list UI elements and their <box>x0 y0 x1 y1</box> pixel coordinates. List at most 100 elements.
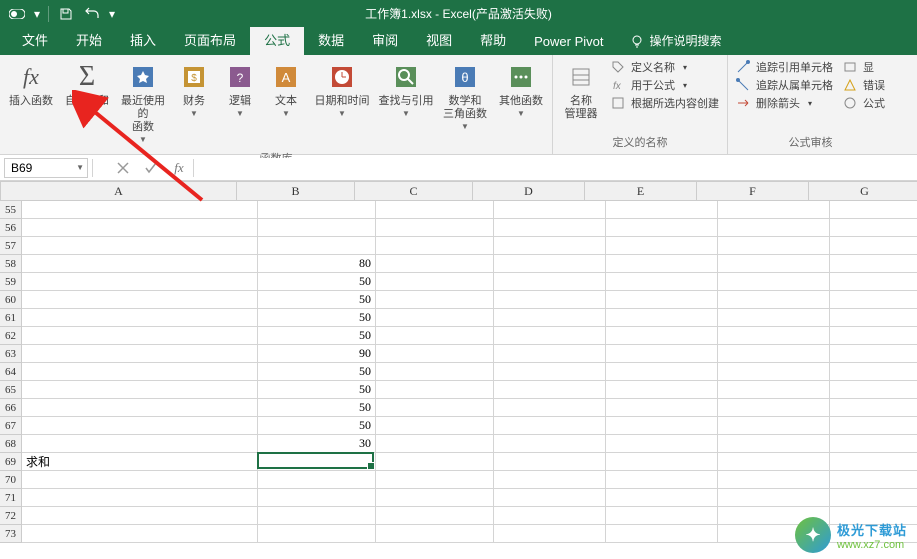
row-header-60[interactable]: 60 <box>0 291 21 309</box>
cell-A57[interactable] <box>22 237 258 255</box>
row-header-56[interactable]: 56 <box>0 219 21 237</box>
qat-more-icon[interactable]: ▾ <box>107 3 117 25</box>
cell-D58[interactable] <box>494 255 606 273</box>
row-header-73[interactable]: 73 <box>0 525 21 543</box>
cell-A59[interactable] <box>22 273 258 291</box>
cell-C66[interactable] <box>376 399 494 417</box>
cell-G64[interactable] <box>830 363 917 381</box>
cell-F64[interactable] <box>718 363 830 381</box>
cell-G58[interactable] <box>830 255 917 273</box>
cell-A69[interactable]: 求和 <box>22 453 258 471</box>
cell-F71[interactable] <box>718 489 830 507</box>
tab-insert[interactable]: 插入 <box>116 24 170 55</box>
cell-B70[interactable] <box>258 471 376 489</box>
more-functions-button[interactable]: 其他函数 ▼ <box>494 57 548 122</box>
cell-G69[interactable] <box>830 453 917 471</box>
tab-view[interactable]: 视图 <box>412 24 466 55</box>
cell-B57[interactable] <box>258 237 376 255</box>
row-header-65[interactable]: 65 <box>0 381 21 399</box>
cell-D70[interactable] <box>494 471 606 489</box>
col-header-C[interactable]: C <box>355 182 473 200</box>
cell-E58[interactable] <box>606 255 718 273</box>
cell-G71[interactable] <box>830 489 917 507</box>
cell-C68[interactable] <box>376 435 494 453</box>
cell-F70[interactable] <box>718 471 830 489</box>
define-name-button[interactable]: 定义名称▾ <box>611 59 719 75</box>
name-manager-button[interactable]: 名称 管理器 <box>557 57 605 125</box>
cell-C65[interactable] <box>376 381 494 399</box>
row-header-59[interactable]: 59 <box>0 273 21 291</box>
cell-E60[interactable] <box>606 291 718 309</box>
qat-dropdown-icon[interactable]: ▾ <box>32 3 42 25</box>
cell-E73[interactable] <box>606 525 718 543</box>
cell-C62[interactable] <box>376 327 494 345</box>
cell-D62[interactable] <box>494 327 606 345</box>
tab-review[interactable]: 审阅 <box>358 24 412 55</box>
row-header-64[interactable]: 64 <box>0 363 21 381</box>
cell-D65[interactable] <box>494 381 606 399</box>
cell-G55[interactable] <box>830 201 917 219</box>
cell-D71[interactable] <box>494 489 606 507</box>
cell-F68[interactable] <box>718 435 830 453</box>
cell-D72[interactable] <box>494 507 606 525</box>
row-header-58[interactable]: 58 <box>0 255 21 273</box>
autosum-button[interactable]: Σ 自动求和 ▼ <box>60 57 114 122</box>
tab-file[interactable]: 文件 <box>8 24 62 55</box>
cell-G68[interactable] <box>830 435 917 453</box>
cell-B65[interactable]: 50 <box>258 381 376 399</box>
cell-B69[interactable] <box>258 453 376 471</box>
cell-G56[interactable] <box>830 219 917 237</box>
row-header-70[interactable]: 70 <box>0 471 21 489</box>
error-checking-button[interactable]: 错误 <box>843 77 885 93</box>
cell-B55[interactable] <box>258 201 376 219</box>
lookup-button[interactable]: 查找与引用 ▼ <box>376 57 436 122</box>
cell-A56[interactable] <box>22 219 258 237</box>
cell-D66[interactable] <box>494 399 606 417</box>
cell-G66[interactable] <box>830 399 917 417</box>
cell-G63[interactable] <box>830 345 917 363</box>
cell-C67[interactable] <box>376 417 494 435</box>
row-header-62[interactable]: 62 <box>0 327 21 345</box>
cell-C70[interactable] <box>376 471 494 489</box>
cell-E59[interactable] <box>606 273 718 291</box>
save-icon[interactable] <box>55 3 77 25</box>
cell-E55[interactable] <box>606 201 718 219</box>
cell-F57[interactable] <box>718 237 830 255</box>
cell-A70[interactable] <box>22 471 258 489</box>
cell-C71[interactable] <box>376 489 494 507</box>
cell-G57[interactable] <box>830 237 917 255</box>
cell-E72[interactable] <box>606 507 718 525</box>
cell-D64[interactable] <box>494 363 606 381</box>
cell-C56[interactable] <box>376 219 494 237</box>
cell-B59[interactable]: 50 <box>258 273 376 291</box>
cell-D67[interactable] <box>494 417 606 435</box>
cell-B60[interactable]: 50 <box>258 291 376 309</box>
cell-A67[interactable] <box>22 417 258 435</box>
row-header-66[interactable]: 66 <box>0 399 21 417</box>
show-formulas-button[interactable]: 显 <box>843 59 885 75</box>
cell-B72[interactable] <box>258 507 376 525</box>
cell-B64[interactable]: 50 <box>258 363 376 381</box>
cell-A71[interactable] <box>22 489 258 507</box>
cell-D63[interactable] <box>494 345 606 363</box>
cell-F61[interactable] <box>718 309 830 327</box>
insert-function-button[interactable]: fx 插入函数 <box>4 57 58 112</box>
tab-pagelayout[interactable]: 页面布局 <box>170 24 250 55</box>
cell-A63[interactable] <box>22 345 258 363</box>
cell-F62[interactable] <box>718 327 830 345</box>
col-header-F[interactable]: F <box>697 182 809 200</box>
cell-G60[interactable] <box>830 291 917 309</box>
cell-D73[interactable] <box>494 525 606 543</box>
recently-used-button[interactable]: 最近使用的 函数 ▼ <box>116 57 170 148</box>
undo-icon[interactable] <box>81 3 103 25</box>
cell-F58[interactable] <box>718 255 830 273</box>
cell-F67[interactable] <box>718 417 830 435</box>
cell-E68[interactable] <box>606 435 718 453</box>
cell-B63[interactable]: 90 <box>258 345 376 363</box>
cell-E66[interactable] <box>606 399 718 417</box>
cell-G61[interactable] <box>830 309 917 327</box>
row-header-68[interactable]: 68 <box>0 435 21 453</box>
cell-C60[interactable] <box>376 291 494 309</box>
cell-C64[interactable] <box>376 363 494 381</box>
cell-E61[interactable] <box>606 309 718 327</box>
